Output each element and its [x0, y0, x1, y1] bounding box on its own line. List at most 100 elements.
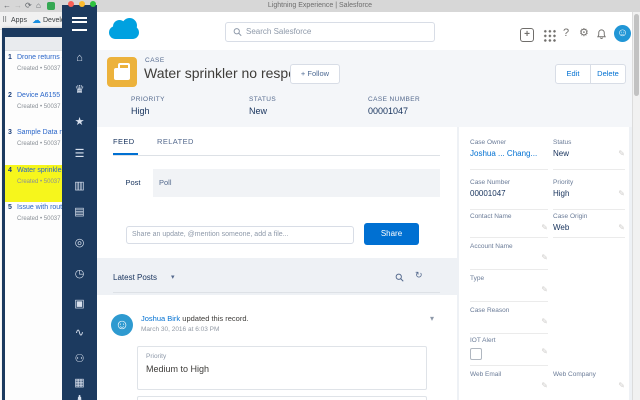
browser-home-icon[interactable]: ⌂ — [36, 0, 41, 12]
nav-rail: ⌂ ♛ ★ ☰ ▥ ▤ ◎ ◷ ▣ ∿ ⚇ ▦ ♟ — [62, 5, 97, 400]
global-search[interactable]: Search Salesforce — [225, 22, 435, 42]
browser-extension-icon[interactable] — [47, 2, 55, 10]
feed-panel: FEED RELATED Post Poll Share an update, … — [97, 127, 457, 258]
edit-field-icon[interactable]: ✎ — [618, 149, 625, 158]
refresh-icon[interactable]: ↻ — [415, 270, 423, 281]
window-minimize-button[interactable] — [79, 1, 85, 7]
list-item[interactable]: 2 Device A6155 1 Created • 50037 — [5, 90, 62, 127]
user-avatar[interactable]: ☺ — [614, 25, 631, 42]
iot-alert-checkbox[interactable] — [470, 348, 482, 360]
feed-change-box-partial — [137, 396, 427, 400]
item-link[interactable]: Water sprinkler — [17, 167, 62, 174]
pulse-icon[interactable]: ∿ — [62, 327, 97, 339]
pages-icon[interactable]: ▥ — [62, 180, 97, 192]
edit-field-icon[interactable]: ✎ — [541, 253, 548, 262]
crown-icon[interactable]: ♛ — [62, 84, 97, 96]
home-icon[interactable]: ⌂ — [62, 52, 97, 64]
salesforce-logo — [109, 26, 139, 39]
feed-timestamp: March 30, 2016 at 6:03 PM — [141, 326, 219, 333]
change-owner-link[interactable]: Chang... — [507, 149, 537, 158]
field-contact-name: Contact Name ✎ — [470, 213, 548, 238]
owner-link[interactable]: Joshua ... — [470, 149, 505, 158]
setup-gear-icon[interactable]: ⚙ — [579, 27, 589, 40]
field-label: Case Reason — [470, 307, 509, 314]
calendar-icon[interactable]: ▦ — [62, 377, 97, 389]
scrollbar-thumb[interactable] — [634, 14, 639, 96]
feed-item-menu-icon[interactable]: ▾ — [430, 314, 434, 323]
chevron-down-icon[interactable]: ▾ — [171, 273, 175, 281]
clock-icon[interactable]: ◷ — [62, 268, 97, 280]
edit-field-icon[interactable]: ✎ — [541, 223, 548, 232]
tab-post[interactable]: Post — [113, 169, 153, 197]
field-priority: Priority High ✎ — [553, 179, 625, 210]
divider — [113, 292, 440, 293]
edit-field-icon[interactable]: ✎ — [541, 317, 548, 326]
apps-label[interactable]: Apps — [11, 12, 27, 29]
item-meta: Created • 50037 — [17, 66, 60, 72]
list-item-highlighted[interactable]: 4 Water sprinkler Created • 50037 — [5, 165, 62, 202]
app-launcher-icon[interactable] — [543, 29, 556, 42]
edit-field-icon[interactable]: ✎ — [541, 285, 548, 294]
item-link[interactable]: Sample Data no — [17, 129, 62, 136]
edit-field-icon[interactable]: ✎ — [541, 347, 548, 356]
tab-poll[interactable]: Poll — [159, 169, 172, 197]
delete-button[interactable]: Delete — [590, 65, 625, 83]
briefcase-icon[interactable]: ▣ — [62, 298, 97, 310]
feed-search-icon[interactable] — [395, 273, 404, 282]
summary-label: PRIORITY — [131, 96, 165, 103]
edit-field-icon[interactable]: ✎ — [618, 381, 625, 390]
item-meta: Created • 50037 — [17, 104, 60, 110]
bookmark-label[interactable]: Develop — [43, 12, 62, 29]
star-icon[interactable]: ★ — [62, 116, 97, 128]
target-icon[interactable]: ◎ — [62, 237, 97, 249]
item-number: 5 — [8, 204, 12, 211]
list-item[interactable]: 1 Drone returns 4 Created • 50037 — [5, 52, 62, 89]
feed-item: ☺ Joshua Birk updated this record. March… — [97, 295, 457, 400]
people-icon[interactable]: ⚇ — [62, 353, 97, 365]
field-account-name: Account Name ✎ — [470, 243, 548, 270]
feed-author-avatar[interactable]: ☺ — [111, 314, 133, 336]
edit-button[interactable]: Edit — [556, 65, 590, 83]
list-icon[interactable]: ☰ — [62, 148, 97, 160]
field-case-reason: Case Reason ✎ — [470, 307, 548, 334]
share-button[interactable]: Share — [364, 223, 419, 245]
list-item[interactable]: 5 Issue with route Created • 50037 — [5, 202, 62, 239]
bookmark-cloud-icon[interactable]: ☁ — [32, 12, 41, 29]
follow-button[interactable]: + Follow — [290, 64, 340, 84]
apps-grid-icon[interactable]: ⠿ — [2, 12, 7, 29]
search-icon — [233, 27, 242, 37]
item-link[interactable]: Device A6155 1 — [17, 92, 62, 99]
feed-filter-row: Latest Posts ▾ ↻ — [97, 265, 457, 295]
notification-bell-icon[interactable] — [596, 28, 607, 40]
edit-field-icon[interactable]: ✎ — [541, 381, 548, 390]
field-label: Account Name — [470, 243, 513, 250]
browser-reload-icon[interactable]: ⟳ — [25, 0, 32, 12]
item-meta: Created • 50037 — [17, 141, 60, 147]
window-close-button[interactable] — [68, 1, 74, 7]
item-number: 2 — [8, 92, 12, 99]
help-icon[interactable]: ? — [563, 27, 569, 40]
window-zoom-button[interactable] — [90, 1, 96, 7]
list-item[interactable]: 3 Sample Data no Created • 50037 — [5, 127, 62, 164]
person-icon[interactable]: ♟ — [62, 394, 97, 400]
field-label: Status — [553, 139, 571, 146]
tab-related[interactable]: RELATED — [157, 137, 194, 146]
edit-field-icon[interactable]: ✎ — [618, 189, 625, 198]
add-icon[interactable]: + — [520, 28, 534, 42]
browser-back-icon[interactable]: ← — [3, 0, 11, 12]
item-link[interactable]: Drone returns 4 — [17, 54, 62, 61]
item-meta: Created • 50037 — [17, 179, 60, 185]
item-link[interactable]: Issue with route — [17, 204, 62, 211]
summary-label: CASE NUMBER — [368, 96, 420, 103]
field-label: Case Origin — [553, 213, 587, 220]
tab-feed[interactable]: FEED — [113, 137, 135, 146]
browser-forward-icon[interactable]: → — [14, 0, 22, 12]
scrollbar[interactable] — [632, 12, 640, 400]
feed-author-link[interactable]: Joshua Birk — [141, 314, 180, 323]
share-update-input[interactable]: Share an update, @mention someone, add a… — [126, 226, 354, 244]
feed-filter-label[interactable]: Latest Posts — [113, 273, 157, 282]
edit-field-icon[interactable]: ✎ — [618, 223, 625, 232]
screen: Lightning Experience | Salesforce ← → ⟳ … — [0, 0, 640, 400]
id-card-icon[interactable]: ▤ — [62, 206, 97, 218]
menu-icon[interactable] — [72, 17, 87, 31]
